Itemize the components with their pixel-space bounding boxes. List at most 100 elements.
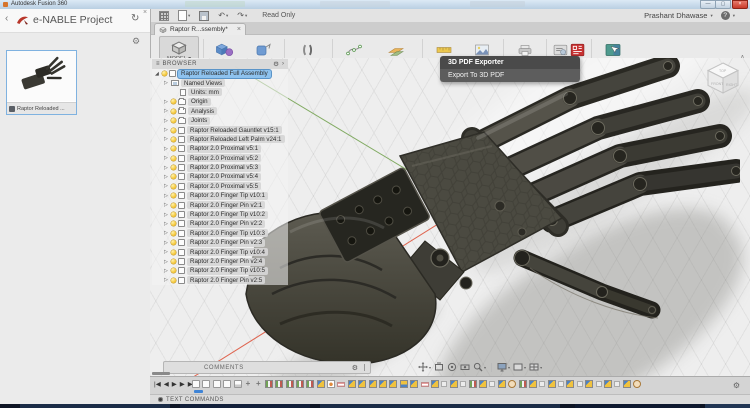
timeline-drag-handle[interactable] (152, 372, 170, 375)
browser-row-label[interactable]: Raptor 2.0 Proximal v5:4 (187, 173, 261, 181)
browser-row[interactable]: ▷Raptor 2.0 Proximal v5:2 (152, 154, 288, 163)
expand-arrow-icon[interactable]: ▷ (164, 259, 169, 265)
timeline-comph-feature-icon[interactable] (234, 380, 242, 388)
timeline-joint-feature-icon[interactable] (548, 380, 556, 388)
expand-arrow-icon[interactable]: ▷ (164, 99, 169, 105)
visibility-bulb-icon[interactable] (171, 128, 176, 133)
visibility-bulb-icon[interactable] (171, 184, 176, 189)
browser-row[interactable]: ▷Analysis (152, 107, 288, 116)
timeline-joint-feature-icon[interactable] (498, 380, 506, 388)
timeline-small-feature-icon[interactable] (577, 381, 583, 387)
browser-row[interactable]: ▷ Raptor 2.0 Finger Pin v2:2 (152, 219, 288, 228)
timeline-go-start-button[interactable]: |◀ (154, 380, 161, 389)
comments-gear-icon[interactable]: ⚙ (352, 364, 358, 372)
timeline-joint-feature-icon[interactable] (358, 380, 366, 388)
visibility-bulb-icon[interactable] (171, 165, 176, 170)
expand-arrow-icon[interactable]: ▷ (164, 212, 169, 218)
view-cube[interactable]: TOP FRONT RIGHT (702, 60, 744, 100)
timeline-strip-feature-icon[interactable] (296, 380, 304, 388)
visibility-bulb-icon[interactable] (171, 250, 176, 255)
timeline-circle-feature-icon[interactable] (633, 380, 641, 388)
redo-button[interactable]: ↷▾ (237, 11, 247, 20)
browser-row-label[interactable]: Raptor Reloaded Full Assembly (178, 70, 271, 78)
expand-arrow-icon[interactable]: ▷ (164, 277, 169, 283)
timeline-strip-feature-icon[interactable] (265, 380, 273, 388)
timeline-vjoint-feature-icon[interactable] (400, 380, 408, 388)
text-commands-bar[interactable]: TEXT COMMANDS (150, 394, 750, 404)
browser-row[interactable]: ▷Raptor Reloaded Left Palm v24:1 (152, 135, 288, 144)
export-to-3d-pdf-item[interactable]: Export To 3D PDF (440, 69, 580, 82)
timeline-circle-feature-icon[interactable] (508, 380, 516, 388)
browser-row-label[interactable]: Raptor 2.0 Proximal v5:5 (187, 182, 261, 190)
visibility-bulb-icon[interactable] (171, 240, 176, 245)
browser-row-label[interactable]: Raptor Reloaded Gauntlet v15:1 (187, 126, 282, 134)
browser-row[interactable]: ▷Raptor 2.0 Finger Pin v2:5 (152, 276, 288, 285)
browser-row-label[interactable]: Raptor 2.0 Finger Pin v2:2 (187, 220, 265, 228)
timeline-position-marker[interactable] (194, 390, 203, 393)
app-grid-icon[interactable] (159, 11, 169, 21)
timeline-strip-feature-icon[interactable] (275, 380, 283, 388)
expand-arrow-icon[interactable]: ◢ (155, 71, 160, 77)
timeline-joint-feature-icon[interactable] (348, 380, 356, 388)
save-icon[interactable] (199, 11, 209, 21)
timeline-small-feature-icon[interactable] (558, 381, 564, 387)
browser-row[interactable]: ▷Raptor 2.0 Finger Tip v10:3 (152, 229, 288, 238)
data-panel-gear-icon[interactable]: ⚙ (132, 36, 140, 47)
browser-row[interactable]: Units: mm (152, 88, 288, 97)
timeline-joint-feature-icon[interactable] (566, 380, 574, 388)
new-file-button[interactable]: ▾ (178, 10, 190, 21)
browser-row-label[interactable]: Raptor 2.0 Finger Tip v10:5 (187, 267, 268, 275)
browser-row-label[interactable]: Raptor 2.0 Proximal v5:1 (187, 145, 261, 153)
expand-arrow-icon[interactable]: ▷ (164, 230, 169, 236)
visibility-bulb-icon[interactable] (171, 174, 176, 179)
browser-row-label[interactable]: Raptor 2.0 Finger Tip v10:4 (187, 248, 268, 256)
undo-button[interactable]: ↶▾ (218, 11, 228, 20)
expand-arrow-icon[interactable]: ▷ (164, 221, 169, 227)
timeline-joint-feature-icon[interactable] (317, 380, 325, 388)
timeline-drop-feature-icon[interactable] (327, 380, 335, 388)
data-panel-close-icon[interactable]: × (143, 9, 147, 16)
timeline-joint-feature-icon[interactable] (604, 380, 612, 388)
timeline-step-forward-button[interactable]: ▶ (180, 380, 185, 389)
timeline-joint-feature-icon[interactable] (585, 380, 593, 388)
browser-row-label[interactable]: Units: mm (188, 88, 222, 96)
pan-icon[interactable]: ▾ (418, 362, 431, 372)
timeline-joint-feature-icon[interactable] (623, 380, 631, 388)
comments-bar[interactable]: COMMENTS ⚙ (163, 361, 371, 374)
browser-row[interactable]: ▷Raptor 2.0 Proximal v5:1 (152, 144, 288, 153)
user-menu[interactable]: Prashant Dhawase▾ (644, 11, 713, 20)
timeline-small-feature-icon[interactable] (614, 381, 620, 387)
browser-row-label[interactable]: Named Views (181, 79, 225, 87)
expand-arrow-icon[interactable]: ▷ (164, 193, 169, 199)
browser-row[interactable]: ▷ Raptor Reloaded Gauntlet v15:1 (152, 125, 288, 134)
timeline-small-feature-icon[interactable] (539, 381, 545, 387)
timeline-small-feature-icon[interactable] (441, 381, 447, 387)
timeline-joint-feature-icon[interactable] (431, 380, 439, 388)
browser-row-label[interactable]: Raptor 2.0 Finger Pin v2:1 (187, 201, 265, 209)
expand-arrow-icon[interactable]: ▷ (164, 127, 169, 133)
visibility-bulb-icon[interactable] (171, 231, 176, 236)
help-menu[interactable]: ?▾ (721, 11, 735, 20)
timeline-move-feature-icon[interactable]: + (254, 380, 262, 388)
timeline-joint-feature-icon[interactable] (529, 380, 537, 388)
visibility-bulb-icon[interactable] (171, 212, 176, 217)
browser-row-label[interactable]: Raptor 2.0 Finger Tip v10:1 (187, 192, 268, 200)
visibility-bulb-icon[interactable] (171, 193, 176, 198)
visibility-bulb-icon[interactable] (171, 203, 176, 208)
browser-row[interactable]: ▷Raptor 2.0 Finger Pin v2:4 (152, 257, 288, 266)
timeline-joint-feature-icon[interactable] (479, 380, 487, 388)
browser-row-label[interactable]: Raptor 2.0 Proximal v5:3 (187, 164, 261, 172)
browser-row[interactable]: ▷ Raptor 2.0 Finger Tip v10:1 (152, 191, 288, 200)
timeline-flat-feature-icon[interactable] (421, 382, 429, 387)
browser-row-label[interactable]: Raptor 2.0 Proximal v5:2 (187, 154, 261, 162)
visibility-bulb-icon[interactable] (171, 259, 176, 264)
timeline-move-feature-icon[interactable]: + (244, 380, 252, 388)
browser-menu-icon[interactable]: ≡ (156, 60, 160, 68)
timeline-flat-feature-icon[interactable] (337, 382, 345, 387)
timeline-strip-feature-icon[interactable] (519, 380, 527, 388)
orbit-icon[interactable] (447, 362, 457, 372)
timeline-comp-feature-icon[interactable] (192, 380, 200, 388)
visibility-bulb-icon[interactable] (171, 268, 176, 273)
visibility-bulb-icon[interactable] (171, 146, 176, 151)
browser-row-label[interactable]: Raptor 2.0 Finger Tip v10:2 (187, 211, 268, 219)
